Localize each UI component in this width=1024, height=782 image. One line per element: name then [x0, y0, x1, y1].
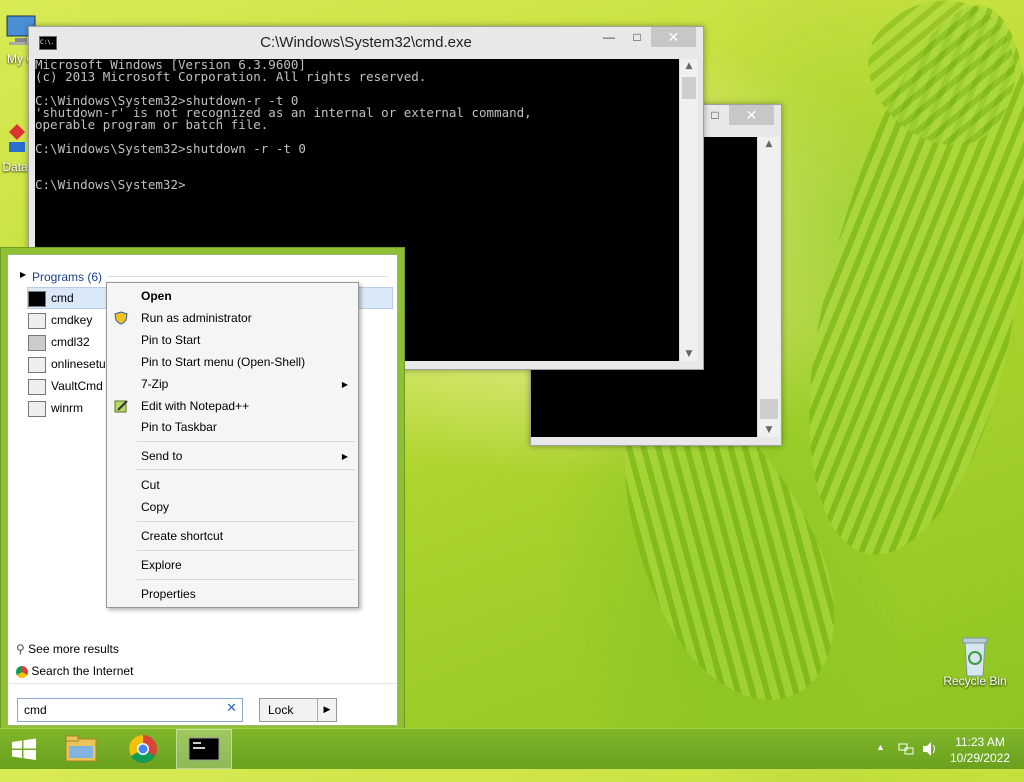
menu-item-pin-to-taskbar[interactable]: Pin to Taskbar	[141, 420, 217, 434]
desktop-icon-label: Data	[2, 160, 28, 174]
menu-separator	[137, 441, 355, 442]
app-window-icon	[28, 378, 46, 395]
menu-item-create-shortcut[interactable]: Create shortcut	[141, 529, 223, 543]
network-icon[interactable]	[897, 729, 915, 769]
search-internet-label: Search the Internet	[31, 664, 134, 678]
program-item-winrm[interactable]: winrm	[28, 398, 83, 418]
program-item-cmdkey[interactable]: cmdkey	[28, 310, 92, 330]
menu-item-properties[interactable]: Properties	[141, 587, 196, 601]
search-input[interactable]	[22, 702, 216, 718]
scroll-down-arrow[interactable]: ▼	[680, 349, 698, 359]
clock-date: 10/29/2022	[949, 751, 1011, 765]
lock-options-arrow[interactable]: ▶	[317, 699, 336, 721]
console-line: operable program or batch file.	[35, 117, 269, 132]
cmd-icon	[28, 290, 46, 307]
search-box[interactable]: ✕	[17, 698, 243, 722]
desktop-icon-label: Recycle Bin	[943, 674, 1007, 688]
close-button[interactable]: ✕	[729, 105, 774, 125]
folder-icon	[65, 735, 97, 762]
chrome-icon	[16, 665, 28, 678]
maximize-button[interactable]: □	[701, 105, 729, 125]
programs-header[interactable]: Programs (6)	[32, 270, 102, 284]
app-window-icon	[28, 400, 46, 417]
see-more-label: See more results	[28, 642, 119, 656]
cmd-titlebar[interactable]: C:\. C:\Windows\System32\cmd.exe — □ ✕	[29, 27, 703, 57]
menu-separator	[137, 521, 355, 522]
maximize-button[interactable]: □	[623, 27, 651, 47]
menu-separator	[137, 469, 355, 470]
app-window-icon	[28, 312, 46, 329]
scroll-thumb[interactable]	[760, 399, 778, 419]
file-explorer-button[interactable]	[58, 729, 104, 769]
recycle-bin-icon	[955, 632, 995, 677]
console-line: C:\Windows\System32>	[35, 177, 186, 192]
menu-separator	[137, 579, 355, 580]
header-divider	[108, 276, 387, 277]
menu-item-run-as-administrator[interactable]: Run as administrator	[141, 311, 252, 325]
menu-item-pin-to-start[interactable]: Pin to Start	[141, 333, 200, 347]
program-label: onlinesetup	[51, 357, 113, 371]
windows-logo-icon	[12, 738, 36, 760]
start-button[interactable]	[0, 729, 48, 769]
scroll-up-arrow[interactable]: ▲	[680, 61, 698, 71]
search-icon: ⚲	[16, 642, 25, 656]
program-label: cmd	[51, 291, 74, 305]
submenu-arrow-icon: ▶	[341, 380, 348, 389]
see-more-results-link[interactable]: ⚲ See more results	[16, 642, 119, 656]
scroll-up-arrow[interactable]: ▲	[758, 139, 780, 149]
console-line: C:\Windows\System32>shutdown -r -t 0	[35, 141, 306, 156]
menu-item-edit-with-notepad-plus-plus[interactable]: Edit with Notepad++	[141, 399, 249, 413]
vertical-scrollbar[interactable]: ▲ ▼	[679, 59, 698, 361]
program-item-onlinesetup[interactable]: onlinesetup	[28, 354, 112, 374]
menu-item-pin-to-start-menu-open-shell[interactable]: Pin to Start menu (Open-Shell)	[141, 355, 305, 369]
app-window-icon	[28, 334, 46, 351]
program-label: cmdkey	[51, 313, 93, 327]
desktop-icon-recycle-bin[interactable]: Recycle Bin	[940, 632, 1010, 688]
cmd-icon	[188, 737, 220, 761]
program-label: cmdl32	[51, 335, 90, 349]
footer-divider	[8, 683, 397, 684]
menu-separator	[137, 550, 355, 551]
app-window-icon	[28, 356, 46, 373]
chrome-icon	[129, 735, 157, 763]
menu-item-send-to[interactable]: Send to	[141, 449, 182, 463]
volume-icon[interactable]	[920, 729, 940, 769]
cmd-taskbar-button[interactable]	[176, 729, 232, 769]
chrome-button[interactable]	[120, 729, 166, 769]
close-button[interactable]: ✕	[651, 27, 696, 47]
menu-item-open[interactable]: Open	[141, 289, 172, 303]
menu-item-explore[interactable]: Explore	[141, 558, 182, 572]
minimize-button[interactable]: —	[595, 27, 623, 47]
show-hidden-icons-arrow[interactable]: ▲	[876, 742, 885, 782]
scroll-down-arrow[interactable]: ▼	[758, 425, 780, 435]
menu-item-7zip[interactable]: 7-Zip	[141, 377, 168, 391]
search-internet-link[interactable]: Search the Internet	[16, 664, 133, 678]
expand-arrow-icon[interactable]: ▶	[20, 270, 26, 279]
clock[interactable]: 11:23 AM 10/29/2022	[946, 729, 1014, 769]
shield-icon	[114, 311, 128, 325]
console-line: (c) 2013 Microsoft Corporation. All righ…	[35, 69, 427, 84]
program-item-vaultcmd[interactable]: VaultCmd	[28, 376, 103, 396]
clock-time: 11:23 AM	[955, 735, 1005, 749]
lock-label: Lock	[268, 703, 294, 717]
menu-item-cut[interactable]: Cut	[141, 478, 160, 492]
program-label: winrm	[51, 401, 83, 415]
menu-item-copy[interactable]: Copy	[141, 500, 169, 514]
context-menu: Open Run as administrator Pin to Start P…	[106, 282, 359, 608]
scroll-thumb[interactable]	[682, 77, 696, 99]
taskbar: ▲ 11:23 AM 10/29/2022	[0, 728, 1024, 769]
submenu-arrow-icon: ▶	[341, 452, 348, 461]
notepad-plus-plus-icon	[114, 399, 128, 413]
program-item-cmdl32[interactable]: cmdl32	[28, 332, 90, 352]
vertical-scrollbar[interactable]: ▲ ▼	[757, 137, 780, 437]
lock-button[interactable]: Lock ▶	[259, 698, 337, 722]
clear-search-icon[interactable]: ✕	[226, 701, 237, 716]
program-label: VaultCmd	[51, 379, 103, 393]
